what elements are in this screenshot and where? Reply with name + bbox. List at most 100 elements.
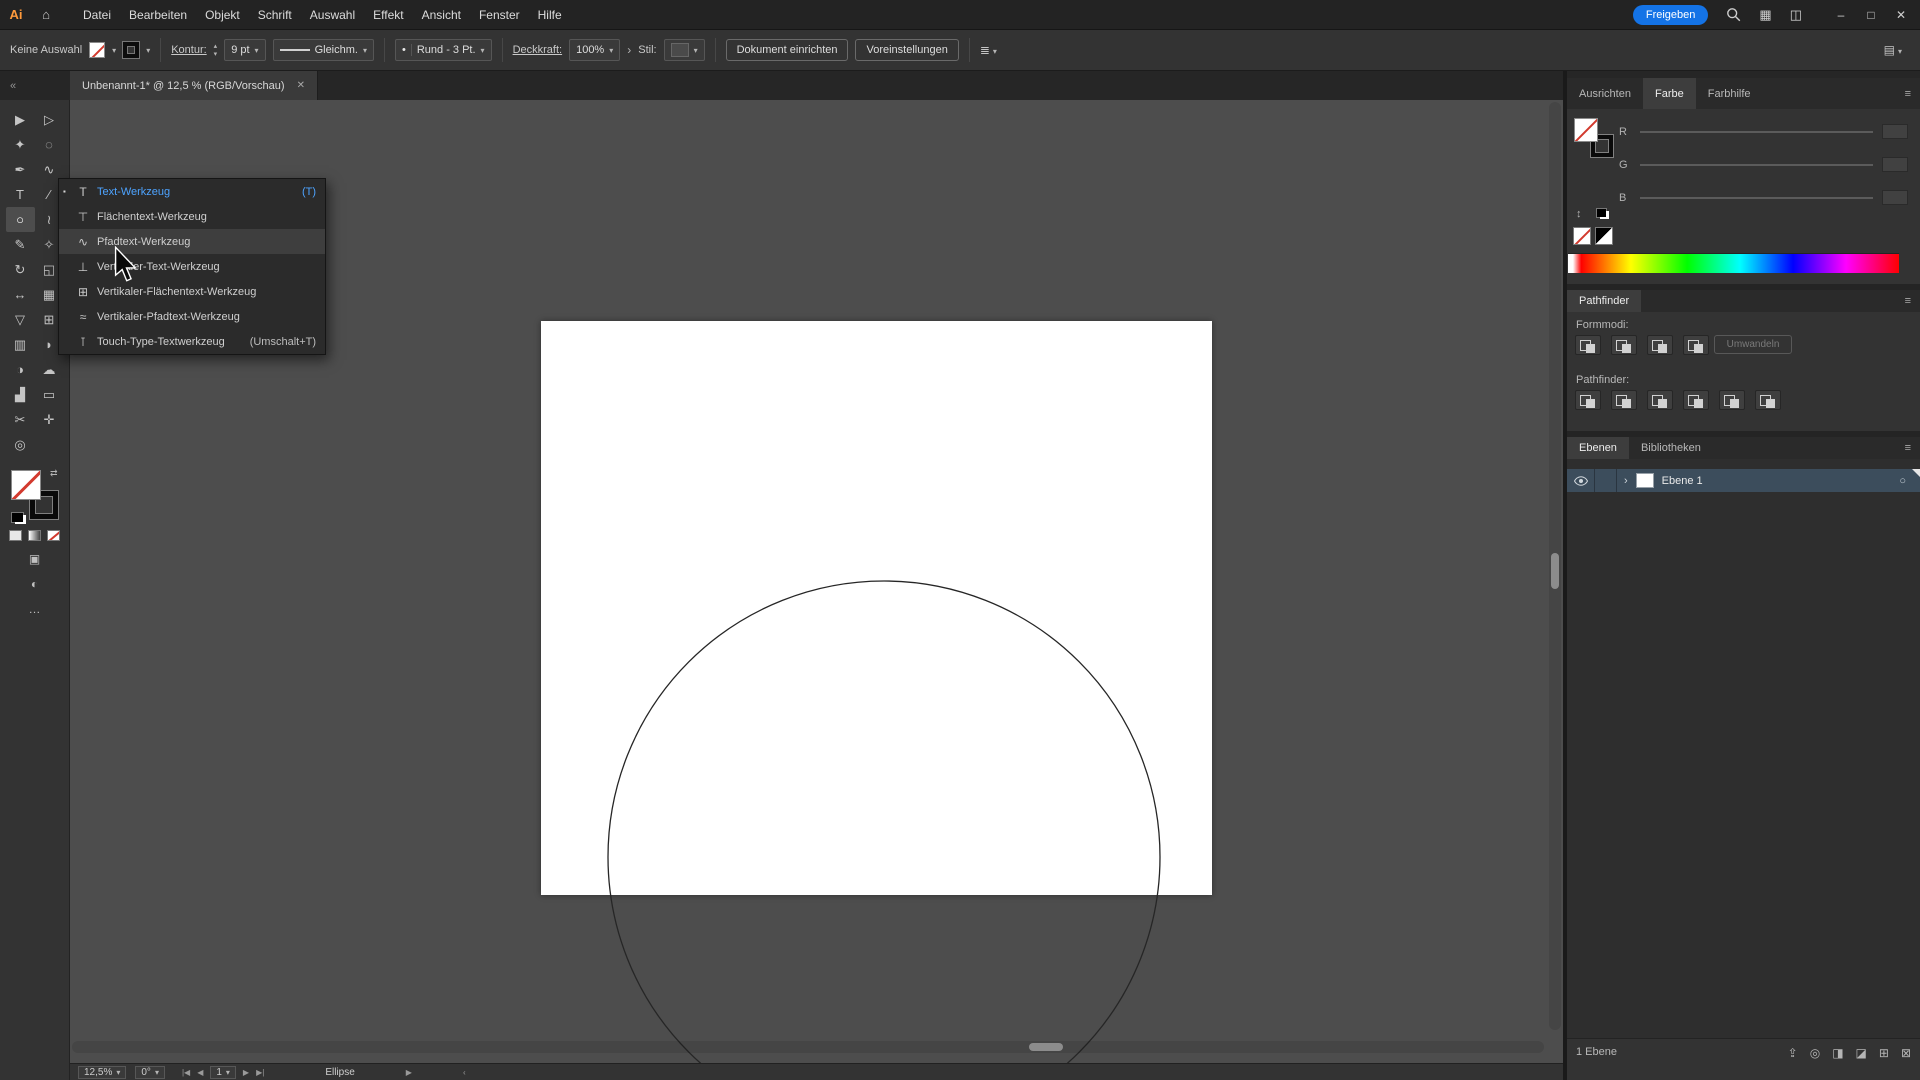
arrange-windows-icon[interactable]: ▤	[1884, 43, 1902, 57]
new-layer-icon[interactable]: ⊞	[1879, 1046, 1889, 1060]
magic-wand-tool[interactable]: ✦	[6, 132, 35, 157]
artboard-tool[interactable]: ▭	[35, 382, 64, 407]
new-sublayer-icon[interactable]: ◪	[1856, 1046, 1867, 1060]
symbol-sprayer-tool[interactable]: ☁	[35, 357, 64, 382]
menu-objekt[interactable]: Objekt	[196, 0, 249, 30]
panel-tab-ausrichten[interactable]: Ausrichten	[1567, 78, 1643, 109]
black-white-swatch[interactable]	[1595, 227, 1613, 245]
first-artboard-button[interactable]: |◀	[182, 1068, 190, 1077]
direct-selection-tool[interactable]: ▷	[35, 107, 64, 132]
maximize-button[interactable]: □	[1864, 8, 1878, 22]
fill-color-swatch[interactable]	[89, 42, 106, 58]
style-select[interactable]	[663, 39, 705, 61]
width-profile-select[interactable]: Gleichm.	[272, 39, 374, 61]
exclude-button[interactable]	[1683, 335, 1709, 355]
blend-tool[interactable]: ◑	[6, 357, 35, 382]
search-icon[interactable]	[1726, 7, 1741, 22]
opacity-expand-icon[interactable]	[627, 43, 631, 57]
channel-value-input[interactable]	[1882, 190, 1908, 205]
channel-slider[interactable]	[1640, 163, 1873, 166]
home-icon[interactable]: ⌂	[32, 7, 60, 22]
zoom-select[interactable]: 12,5%	[78, 1065, 127, 1079]
menu-fenster[interactable]: Fenster	[470, 0, 529, 30]
flyout-item-5[interactable]: ≈ Vertikaler-Pfadtext-Werkzeug	[59, 304, 325, 329]
flyout-item-1[interactable]: ⊤ Flächentext-Werkzeug	[59, 204, 325, 229]
pen-tool[interactable]: ✒	[6, 157, 35, 182]
menu-datei[interactable]: Datei	[74, 0, 120, 30]
stepper-down-icon[interactable]	[214, 50, 218, 58]
swap-fill-stroke-icon[interactable]	[50, 468, 58, 479]
menu-schrift[interactable]: Schrift	[249, 0, 301, 30]
edit-toolbar-icon[interactable]: …	[29, 602, 41, 616]
menu-ansicht[interactable]: Ansicht	[413, 0, 470, 30]
close-button[interactable]: ✕	[1894, 8, 1908, 22]
locate-object-icon[interactable]: ◎	[1810, 1046, 1820, 1060]
lasso-tool[interactable]: ◌	[35, 132, 64, 157]
rotation-select[interactable]: 0°	[135, 1065, 165, 1079]
color-fill-swatch[interactable]	[1575, 119, 1597, 141]
stroke-color-swatch[interactable]	[123, 42, 140, 58]
draw-normal-icon[interactable]: ▣	[29, 552, 40, 566]
stroke-panel-link[interactable]: Kontur:	[171, 44, 206, 56]
gradient-tool[interactable]: ▥	[6, 332, 35, 357]
swap-colors-icon[interactable]	[1576, 208, 1582, 220]
selection-tool[interactable]: ▶	[6, 107, 35, 132]
stepper-up-icon[interactable]	[214, 42, 218, 50]
merge-button[interactable]	[1647, 390, 1673, 410]
column-graph-tool[interactable]: ▟	[6, 382, 35, 407]
flyout-item-0[interactable]: ▪ T Text-Werkzeug (T)	[59, 179, 325, 204]
minus-back-button[interactable]	[1755, 390, 1781, 410]
ellipse-tool[interactable]: ○	[5, 207, 35, 232]
channel-slider[interactable]	[1640, 196, 1873, 199]
artboard-number-select[interactable]: 1	[210, 1065, 236, 1079]
hand-tool[interactable]: ✛	[35, 407, 64, 432]
none-color-swatch[interactable]	[1573, 227, 1591, 245]
rotate-tool[interactable]: ↻	[6, 257, 35, 282]
color-mode-button[interactable]	[9, 530, 22, 541]
last-artboard-button[interactable]: ▶|	[256, 1068, 264, 1077]
layers-panel-menu-icon[interactable]	[1896, 437, 1920, 459]
flyout-item-3[interactable]: ⊥ Vertikaler-Text-Werkzeug	[59, 254, 325, 279]
unite-button[interactable]	[1575, 335, 1601, 355]
stroke-dropdown-icon[interactable]	[146, 44, 150, 56]
horizontal-scrollbar-thumb[interactable]	[1029, 1043, 1063, 1051]
color-spectrum-bar[interactable]	[1568, 253, 1899, 273]
channel-value-input[interactable]	[1882, 124, 1908, 139]
intersect-button[interactable]	[1647, 335, 1673, 355]
workspace-switcher-icon[interactable]: ◫	[1790, 7, 1802, 23]
expand-layer-icon[interactable]: ›	[1624, 475, 1628, 487]
previous-artboard-button[interactable]: ◀	[197, 1068, 203, 1077]
close-tab-icon[interactable]: ✕	[297, 80, 305, 91]
menu-bearbeiten[interactable]: Bearbeiten	[120, 0, 196, 30]
none-mode-button[interactable]	[47, 530, 60, 541]
preferences-button[interactable]: Voreinstellungen	[855, 39, 959, 61]
document-setup-button[interactable]: Dokument einrichten	[725, 39, 849, 61]
color-panel-menu-icon[interactable]	[1896, 78, 1920, 109]
layer-row[interactable]: › Ebene 1 ○	[1567, 469, 1920, 492]
divide-button[interactable]	[1575, 390, 1601, 410]
panel-tab-farbe[interactable]: Farbe	[1642, 78, 1696, 109]
width-tool[interactable]: ↔	[6, 282, 35, 307]
stroke-weight-select[interactable]: 9 pt	[224, 39, 266, 61]
collect-for-export-icon[interactable]: ⇪	[1788, 1046, 1798, 1060]
pencil-tool[interactable]: ✎	[6, 232, 35, 257]
flyout-item-6[interactable]: ⊺ Touch-Type-Textwerkzeug (Umschalt+T)	[59, 329, 325, 354]
document-tab[interactable]: Unbenannt-1* @ 12,5 % (RGB/Vorschau) ✕	[70, 71, 318, 100]
fill-swatch[interactable]	[11, 471, 40, 499]
minimize-button[interactable]: –	[1834, 8, 1848, 22]
type-tool[interactable]: T	[6, 182, 35, 207]
status-back-icon[interactable]: ‹	[463, 1068, 466, 1077]
app-logo-icon[interactable]: Ai	[0, 7, 32, 22]
panel-tab-farbhilfe[interactable]: Farbhilfe	[1696, 78, 1763, 109]
pathfinder-panel-menu-icon[interactable]	[1896, 290, 1920, 312]
menu-hilfe[interactable]: Hilfe	[529, 0, 571, 30]
collapse-tools-icon[interactable]	[0, 71, 70, 100]
horizontal-scrollbar[interactable]	[72, 1041, 1544, 1053]
tab-bibliotheken[interactable]: Bibliotheken	[1629, 437, 1713, 459]
flyout-item-4[interactable]: ⊞ Vertikaler-Flächentext-Werkzeug	[59, 279, 325, 304]
status-play-icon[interactable]: ▶	[406, 1068, 412, 1077]
visibility-toggle[interactable]	[1567, 469, 1595, 492]
menu-effekt[interactable]: Effekt	[364, 0, 412, 30]
target-circle-icon[interactable]: ○	[1899, 475, 1906, 487]
opacity-panel-link[interactable]: Deckkraft:	[513, 44, 563, 56]
